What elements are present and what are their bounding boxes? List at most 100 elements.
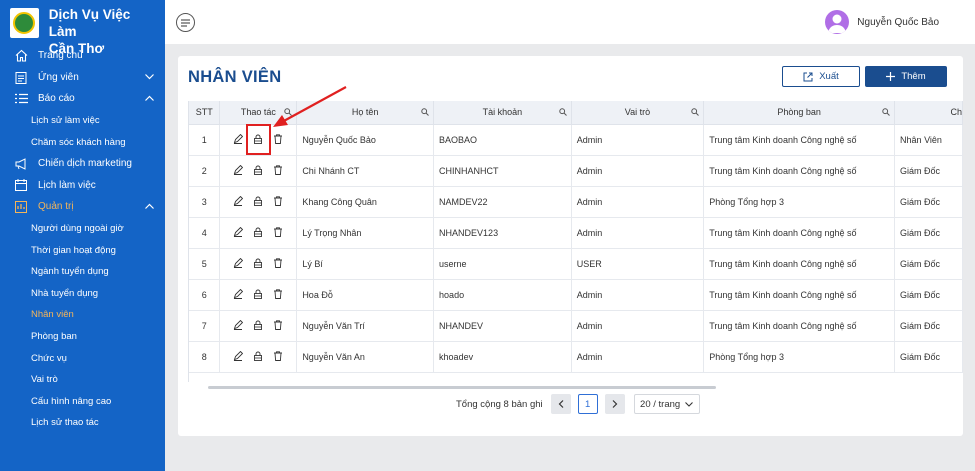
edit-icon[interactable] — [233, 319, 244, 330]
cell-account: NHANDEV123 — [433, 217, 572, 249]
table-row[interactable]: 7 Nguyễn Văn Trí NHANDEV Admin Trung tâm Kin… — [189, 310, 963, 342]
lock-icon[interactable] — [253, 289, 263, 299]
sidebar-item-label: Lịch làm việc — [38, 179, 96, 191]
sidebar-item-lich-su-lam-viec[interactable]: Lịch sử làm việc — [0, 110, 165, 132]
cell-actions — [219, 186, 298, 218]
sidebar-item-label: Quản trị — [38, 201, 74, 213]
cell-stt: 4 — [189, 217, 221, 249]
sidebar-item-cau-hinh-nang-cao[interactable]: Cấu hình nâng cao — [0, 391, 165, 413]
user-menu[interactable]: Nguyễn Quốc Bảo — [825, 10, 939, 34]
sidebar-item-trang-chu[interactable]: Trang chủ — [0, 45, 165, 67]
cell-stt: 1 — [189, 124, 221, 156]
clipboard-icon — [14, 70, 28, 84]
sidebar-item-phong-ban[interactable]: Phòng ban — [0, 326, 165, 348]
logo — [10, 8, 39, 38]
lock-icon[interactable] — [253, 196, 263, 206]
cell-name: Lý Trọng Nhân — [296, 217, 435, 249]
next-page-button[interactable] — [604, 394, 625, 414]
lock-icon[interactable] — [253, 258, 263, 268]
sidebar-item-label: Lịch sử thao tác — [31, 417, 99, 429]
delete-icon[interactable] — [273, 257, 283, 268]
brand[interactable]: Dịch Vụ Việc Làm Cần Thơ — [0, 0, 165, 56]
sidebar-item-chuc-vu[interactable]: Chức vụ — [0, 347, 165, 369]
sidebar-item-nhan-vien[interactable]: Nhân viên — [0, 304, 165, 326]
cell-position: Nhân Viên — [894, 124, 963, 156]
delete-icon[interactable] — [273, 288, 283, 299]
search-icon — [882, 108, 890, 116]
plus-icon — [886, 72, 896, 81]
sidebar-item-thoi-gian-hoat-dong[interactable]: Thời gian hoạt động — [0, 239, 165, 261]
delete-icon[interactable] — [273, 319, 283, 330]
delete-icon[interactable] — [273, 133, 283, 144]
sidebar-item-label: Phòng ban — [31, 331, 77, 343]
col-stt[interactable]: STT — [189, 101, 221, 125]
edit-icon[interactable] — [233, 257, 244, 268]
chevron-down-icon[interactable] — [145, 72, 155, 82]
user-name: Nguyễn Quốc Bảo — [857, 16, 939, 28]
page-size-select[interactable]: 20 / trang — [633, 394, 700, 414]
chevron-right-icon — [612, 400, 617, 408]
delete-icon[interactable] — [273, 350, 283, 361]
chevron-up-icon[interactable] — [145, 201, 155, 211]
delete-icon[interactable] — [273, 195, 283, 206]
sidebar-item-label: Chăm sóc khách hàng — [31, 136, 126, 148]
sidebar-item-cham-soc-khach-hang[interactable]: Chăm sóc khách hàng — [0, 131, 165, 153]
horizontal-scrollbar[interactable] — [208, 386, 716, 389]
page-1-button[interactable]: 1 — [577, 394, 598, 414]
col-role[interactable]: Vai trò — [571, 101, 705, 125]
red-arrow-annotation — [273, 86, 347, 127]
table-row[interactable]: 4 Lý Trọng Nhân NHANDEV123 Admin Trung tâm K… — [189, 217, 963, 249]
table-row[interactable]: 3 Khang Công Quân NAMDEV22 Admin Phòng Tổng … — [189, 186, 963, 218]
sidebar-item-bao-cao[interactable]: Báo cáo — [0, 88, 165, 110]
sidebar-item-chien-dich-marketing[interactable]: Chiến dịch marketing — [0, 153, 165, 175]
lock-icon[interactable] — [253, 227, 263, 237]
col-position[interactable]: Ch — [894, 101, 963, 125]
cell-department: Phòng Tổng hợp 3 — [703, 341, 896, 373]
cell-stt: 3 — [189, 186, 221, 218]
sidebar-item-vai-tro[interactable]: Vai trò — [0, 369, 165, 391]
lock-icon[interactable] — [253, 165, 263, 175]
delete-icon[interactable] — [273, 226, 283, 237]
chevron-up-icon[interactable] — [145, 93, 155, 103]
table-row[interactable]: 2 Chi Nhánh CT CHINHANHCT Admin Trung tâm Ki… — [189, 155, 963, 187]
col-account[interactable]: Tài khoản — [433, 101, 572, 125]
edit-icon[interactable] — [233, 195, 244, 206]
prev-page-button[interactable] — [550, 394, 571, 414]
edit-icon[interactable] — [233, 164, 244, 175]
lock-icon[interactable] — [253, 351, 263, 361]
sidebar-item-lich-su-thao-tac[interactable]: Lịch sử thao tác — [0, 412, 165, 434]
export-button[interactable]: Xuất — [782, 66, 860, 87]
delete-icon[interactable] — [273, 164, 283, 175]
cell-position: Giám Đốc — [894, 279, 963, 311]
cell-name: Khang Công Quân — [296, 186, 435, 218]
cell-name: Lý Bí — [296, 248, 435, 280]
add-button[interactable]: Thêm — [865, 66, 947, 87]
edit-icon[interactable] — [233, 133, 244, 144]
cell-account: NAMDEV22 — [433, 186, 572, 218]
edit-icon[interactable] — [233, 226, 244, 237]
cell-position: Giám Đốc — [894, 248, 963, 280]
sidebar-item-quan-tri[interactable]: Quản trị — [0, 196, 165, 218]
sidebar-item-lich-lam-viec[interactable]: Lịch làm việc — [0, 175, 165, 197]
table-row[interactable]: 6 Hoa Đỗ hoado Admin Trung tâm Kinh doanh Cô… — [189, 279, 963, 311]
edit-icon[interactable] — [233, 350, 244, 361]
table-row[interactable]: 5 Lý Bí userne USER Trung tâm Kinh doanh Côn… — [189, 248, 963, 280]
col-department[interactable]: Phòng ban — [703, 101, 896, 125]
cell-actions — [219, 341, 298, 373]
cell-position: Giám Đốc — [894, 310, 963, 342]
edit-icon[interactable] — [233, 288, 244, 299]
menu-toggle-button[interactable] — [176, 13, 195, 32]
cell-role: Admin — [571, 341, 705, 373]
cell-position: Giám Đốc — [894, 217, 963, 249]
sidebar-item-nguoi-dung-ngoai-gio[interactable]: Người dùng ngoài giờ — [0, 218, 165, 240]
sidebar-item-label: Nhân viên — [31, 309, 74, 321]
lock-icon[interactable] — [253, 320, 263, 330]
cell-role: Admin — [571, 310, 705, 342]
cell-department: Trung tâm Kinh doanh Công nghệ số — [703, 124, 896, 156]
cell-stt: 6 — [189, 279, 221, 311]
search-icon — [559, 108, 567, 116]
table-row[interactable]: 8 Nguyễn Văn An khoadev Admin Phòng Tổng hợp… — [189, 341, 963, 373]
sidebar-item-ung-vien[interactable]: Ứng viên — [0, 67, 165, 89]
sidebar-item-nganh-tuyen-dung[interactable]: Ngành tuyển dụng — [0, 261, 165, 283]
sidebar-item-nha-tuyen-dung[interactable]: Nhà tuyển dụng — [0, 283, 165, 305]
